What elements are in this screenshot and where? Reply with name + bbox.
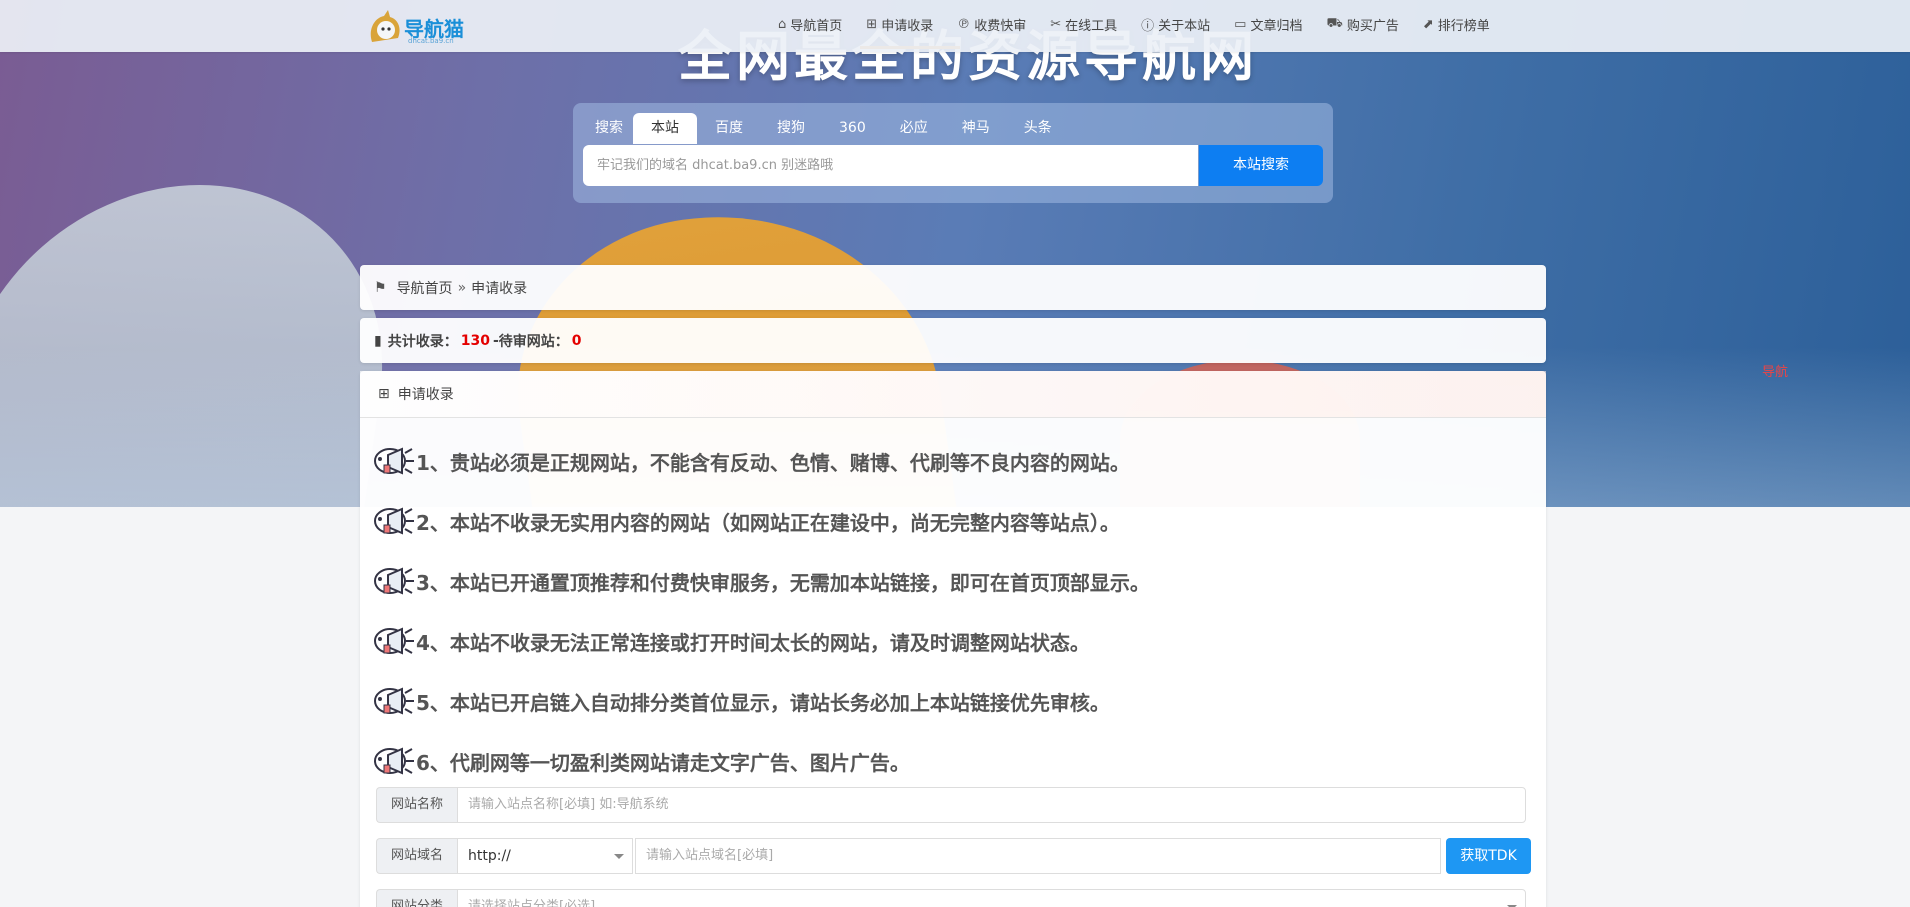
site-category-label: 网站分类: [376, 889, 457, 907]
rules-list: 1、贵站必须是正规网站，不能含有反动、色情、赌博、代刷等不良内容的网站。 2、本…: [368, 431, 1150, 791]
nav-item-tools[interactable]: ✂ 在线工具: [1050, 15, 1117, 34]
search-box: 搜索 本站 百度 搜狗 360 必应 神马 头条 牢记我们的域名 dhcat.b…: [573, 103, 1333, 203]
paypal-icon: ℗: [957, 16, 971, 32]
get-tdk-button[interactable]: 获取TDK: [1446, 838, 1531, 874]
rule-item: 2、本站不收录无实用内容的网站（如网站正在建设中，尚无完整内容等站点）。: [368, 491, 1150, 551]
nav-label: 导航首页: [790, 18, 843, 34]
rule-text: 1、贵站必须是正规网站，不能含有反动、色情、赌博、代刷等不良内容的网站。: [416, 450, 1130, 475]
rule-item: 6、代刷网等一切盈利类网站请走文字广告、图片广告。: [368, 731, 1150, 791]
megaphone-cat-icon: [374, 507, 414, 535]
site-domain-input[interactable]: 请输入站点域名[必填]: [635, 838, 1441, 874]
search-tab-360[interactable]: 360: [829, 113, 876, 144]
apply-panel: ⊞ 申请收录 1、贵站必须是正规网站，不能含有反动、色情、赌博、代刷等不良内容的…: [360, 371, 1546, 907]
category-placeholder: 请选择站点分类[必选]: [468, 899, 596, 907]
nav-item-buy-ad[interactable]: ⛟ 购买广告: [1326, 15, 1398, 34]
logo-subtext: dhcat.ba9.cn: [408, 37, 454, 45]
search-button[interactable]: 本站搜索: [1199, 145, 1323, 186]
nav-label: 收费快审: [974, 18, 1027, 34]
search-tab-sogou[interactable]: 搜狗: [767, 113, 815, 144]
search-tab-toutiao[interactable]: 头条: [1014, 113, 1062, 144]
hero-side-link[interactable]: 导航: [1762, 361, 1788, 380]
search-input[interactable]: 牢记我们的域名 dhcat.ba9.cn 别迷路哦: [583, 145, 1198, 186]
form-row-name: 网站名称 请输入站点名称[必填] 如:导航系统: [376, 787, 1526, 823]
folder-open-icon: ▭: [1234, 16, 1247, 32]
apply-panel-title: 申请收录: [397, 387, 454, 403]
stats-total-label: 共计收录：: [387, 333, 458, 350]
breadcrumb-current: 申请收录: [471, 280, 528, 297]
signpost-icon: ⚑: [374, 279, 387, 296]
site-name-input[interactable]: 请输入站点名称[必填] 如:导航系统: [457, 787, 1526, 823]
rule-text: 4、本站不收录无法正常连接或打开时间太长的网站，请及时调整网站状态。: [416, 630, 1090, 655]
breadcrumb: ⚑ 导航首页 » 申请收录: [360, 265, 1546, 310]
search-tab-bing[interactable]: 必应: [890, 113, 938, 144]
site-domain-label: 网站域名: [376, 838, 457, 874]
rule-text: 6、代刷网等一切盈利类网站请走文字广告、图片广告。: [416, 750, 910, 775]
nav-label: 文章归档: [1250, 18, 1303, 34]
megaphone-cat-icon: [374, 687, 414, 715]
site-logo[interactable]: 导航猫 dhcat.ba9.cn: [366, 4, 464, 48]
plus-square-icon: ⊞: [378, 386, 390, 402]
rule-item: 4、本站不收录无法正常连接或打开时间太长的网站，请及时调整网站状态。: [368, 611, 1150, 671]
rule-text: 3、本站已开通置顶推荐和付费快审服务，无需加本站链接，即可在首页顶部显示。: [416, 570, 1150, 595]
rule-item: 5、本站已开启链入自动排分类首位显示，请站长务必加上本站链接优先审核。: [368, 671, 1150, 731]
form-row-domain: 网站域名 http:// 请输入站点域名[必填] 获取TDK: [376, 838, 1531, 874]
stats-bar: ▮ 共计收录： 130 - 待审网站： 0: [360, 318, 1546, 363]
megaphone-cat-icon: [374, 627, 414, 655]
home-icon: ⌂: [778, 16, 787, 32]
nav-label: 排行榜单: [1437, 18, 1490, 34]
protocol-select[interactable]: http://: [457, 838, 633, 874]
nav-item-fast-review[interactable]: ℗ 收费快审: [957, 15, 1026, 34]
nav-label: 申请收录: [881, 18, 934, 34]
rule-item: 1、贵站必须是正规网站，不能含有反动、色情、赌博、代刷等不良内容的网站。: [368, 431, 1150, 491]
megaphone-cat-icon: [374, 747, 414, 775]
breadcrumb-separator: »: [457, 279, 467, 296]
line-chart-icon: ⬈: [1422, 16, 1434, 32]
breadcrumb-home-link[interactable]: 导航首页: [397, 278, 453, 298]
rule-text: 2、本站不收录无实用内容的网站（如网站正在建设中，尚无完整内容等站点）。: [416, 510, 1120, 535]
stats-pending-label: 待审网站：: [498, 333, 569, 350]
search-tabs: 搜索 本站 百度 搜狗 360 必应 神马 头条: [585, 113, 1076, 144]
protocol-value: http://: [468, 848, 511, 864]
nav-label: 在线工具: [1065, 18, 1118, 34]
nav-item-home[interactable]: ⌂ 导航首页: [778, 15, 842, 34]
category-select[interactable]: 请选择站点分类[必选]: [457, 889, 1526, 907]
bookmark-icon: ▮: [374, 332, 382, 349]
nav-item-ranking[interactable]: ⬈ 排行榜单: [1423, 15, 1490, 34]
nav-item-apply[interactable]: ⊞ 申请收录: [866, 15, 933, 34]
cat-logo-icon: [370, 10, 400, 42]
site-name-label: 网站名称: [376, 787, 457, 823]
cart-icon: ⛟: [1326, 15, 1343, 31]
form-row-category: 网站分类 请选择站点分类[必选]: [376, 889, 1526, 907]
info-circle-icon: ⓘ: [1141, 18, 1155, 34]
nav-item-about[interactable]: ⓘ 关于本站: [1141, 15, 1210, 34]
apply-panel-header: ⊞ 申请收录: [360, 371, 1546, 418]
rule-text: 5、本站已开启链入自动排分类首位显示，请站长务必加上本站链接优先审核。: [416, 690, 1110, 715]
search-tab-baidu[interactable]: 百度: [705, 113, 753, 144]
top-navbar: 导航猫 dhcat.ba9.cn ⌂ 导航首页 ⊞ 申请收录 ℗ 收费快审 ✂ 在线工具…: [0, 0, 1910, 52]
tools-icon: ✂: [1050, 16, 1062, 32]
plus-square-icon: ⊞: [866, 16, 878, 32]
chevron-down-icon: [614, 854, 624, 859]
search-tab-label: 搜索: [595, 120, 623, 136]
rule-item: 3、本站已开通置顶推荐和付费快审服务，无需加本站链接，即可在首页顶部显示。: [368, 551, 1150, 611]
megaphone-cat-icon: [374, 567, 414, 595]
nav-label: 关于本站: [1158, 18, 1211, 34]
stats-total-count: 130: [460, 332, 490, 349]
search-tab-site[interactable]: 本站: [633, 113, 697, 144]
nav-item-archive[interactable]: ▭ 文章归档: [1234, 15, 1302, 34]
nav-label: 购买广告: [1346, 18, 1399, 34]
search-tab-shenma[interactable]: 神马: [952, 113, 1000, 144]
main-menu: ⌂ 导航首页 ⊞ 申请收录 ℗ 收费快审 ✂ 在线工具 ⓘ 关于本站 ▭ 文章归档 ⛟ 购买广…: [778, 0, 1514, 48]
stats-pending-count: 0: [571, 332, 582, 349]
megaphone-cat-icon: [374, 447, 414, 475]
